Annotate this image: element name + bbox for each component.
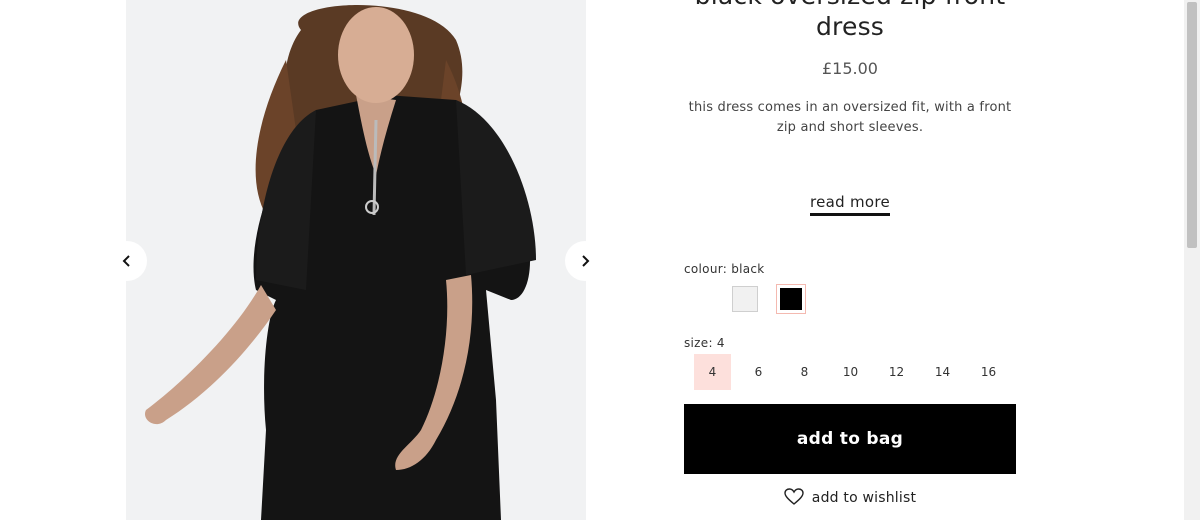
chevron-left-icon	[122, 255, 130, 267]
product-photo	[145, 5, 536, 520]
chevron-right-icon	[582, 255, 590, 267]
product-price: £15.00	[822, 59, 878, 78]
scrollbar-thumb[interactable]	[1187, 2, 1197, 248]
description-line1: this dress comes in an oversized fit, wi…	[688, 100, 1012, 115]
next-image-button[interactable]	[565, 241, 605, 281]
read-more-container: read more	[684, 192, 1016, 216]
add-to-bag-button[interactable]: add to bag	[684, 404, 1016, 474]
size-option-8[interactable]: 8	[786, 354, 823, 390]
page-scrollbar[interactable]	[1184, 0, 1200, 520]
size-label: size: 4	[684, 336, 725, 350]
read-more-link[interactable]: read more	[809, 193, 891, 216]
colour-swatch-black-fill	[780, 288, 802, 310]
previous-image-button[interactable]	[107, 241, 147, 281]
product-description: this dress comes in an oversized fit, wi…	[684, 98, 1016, 138]
description-line2: zip and short sleeves.	[776, 120, 924, 135]
size-option-10[interactable]: 10	[832, 354, 869, 390]
colour-label: colour: black	[684, 262, 765, 276]
product-title-line1: black oversized zip front	[695, 0, 1006, 10]
size-option-6[interactable]: 6	[740, 354, 777, 390]
product-image-gallery	[126, 0, 586, 520]
size-option-16[interactable]: 16	[970, 354, 1007, 390]
size-option-4[interactable]: 4	[694, 354, 731, 390]
product-title-line2: dress	[815, 12, 885, 41]
product-title: black oversized zip front dress	[684, 0, 1016, 42]
heart-icon	[784, 487, 804, 505]
colour-swatch-black[interactable]	[776, 284, 806, 314]
size-option-14[interactable]: 14	[924, 354, 961, 390]
colour-swatch-white[interactable]	[732, 286, 758, 312]
size-option-12[interactable]: 12	[878, 354, 915, 390]
add-to-wishlist-button[interactable]: add to wishlist	[684, 487, 1016, 506]
add-to-wishlist-label: add to wishlist	[811, 490, 917, 506]
